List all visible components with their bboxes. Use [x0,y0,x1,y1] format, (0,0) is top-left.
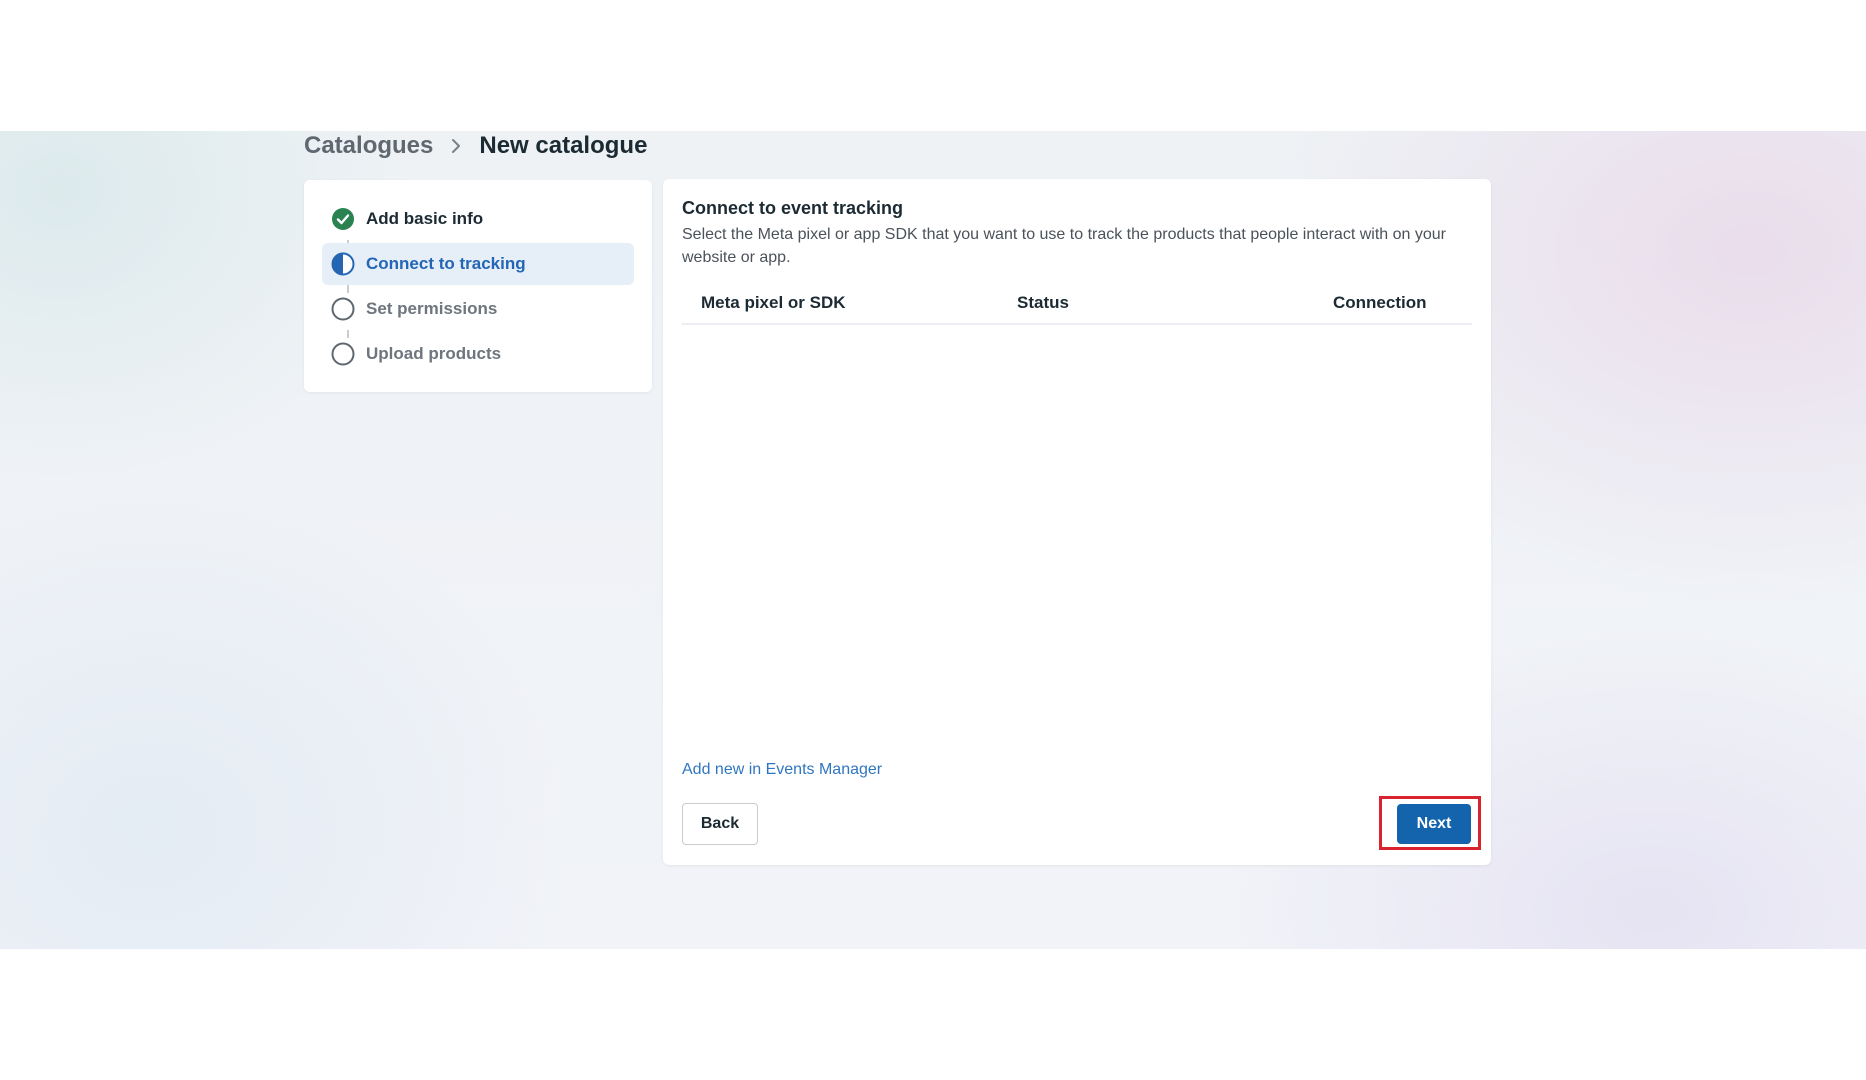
page-title: New catalogue [479,132,648,159]
pixel-table-header: Meta pixel or SDK Status Connection [682,285,1472,325]
column-header-connection[interactable]: Connection [1333,293,1427,313]
page-background: Catalogues New catalogue Add basic info [0,131,1866,949]
step-upload-products[interactable]: Upload products [322,333,634,375]
step-label: Upload products [366,344,502,363]
step-label: Set permissions [366,299,498,318]
letterbox-bottom [0,949,1866,1080]
empty-circle-icon [330,296,356,322]
chevron-right-icon [443,133,469,159]
breadcrumb-catalogues-link[interactable]: Catalogues [304,132,433,160]
step-set-permissions[interactable]: Set permissions [322,288,634,330]
column-header-pixel[interactable]: Meta pixel or SDK [701,293,846,313]
back-button[interactable]: Back [682,803,758,845]
step-connect-to-tracking[interactable]: Connect to tracking [322,243,634,285]
event-tracking-card: Connect to event tracking Select the Met… [663,179,1491,865]
step-label: Add basic info [366,209,484,228]
add-in-events-manager-link[interactable]: Add new in Events Manager [682,761,882,779]
steps-panel: Add basic info Connect to tracking Set p… [304,180,652,392]
next-button[interactable]: Next [1397,804,1471,844]
step-add-basic-info[interactable]: Add basic info [322,198,634,240]
letterbox-top [0,0,1866,131]
pixel-table-body [682,325,1472,745]
step-label: Connect to tracking [366,254,526,273]
check-circle-icon [330,206,356,232]
breadcrumb: Catalogues New catalogue [304,131,647,161]
card-description: Select the Meta pixel or app SDK that yo… [682,226,1446,266]
empty-circle-icon [330,341,356,367]
half-circle-icon [330,251,356,277]
card-title: Connect to event tracking [682,198,904,218]
column-header-status[interactable]: Status [1017,293,1069,313]
